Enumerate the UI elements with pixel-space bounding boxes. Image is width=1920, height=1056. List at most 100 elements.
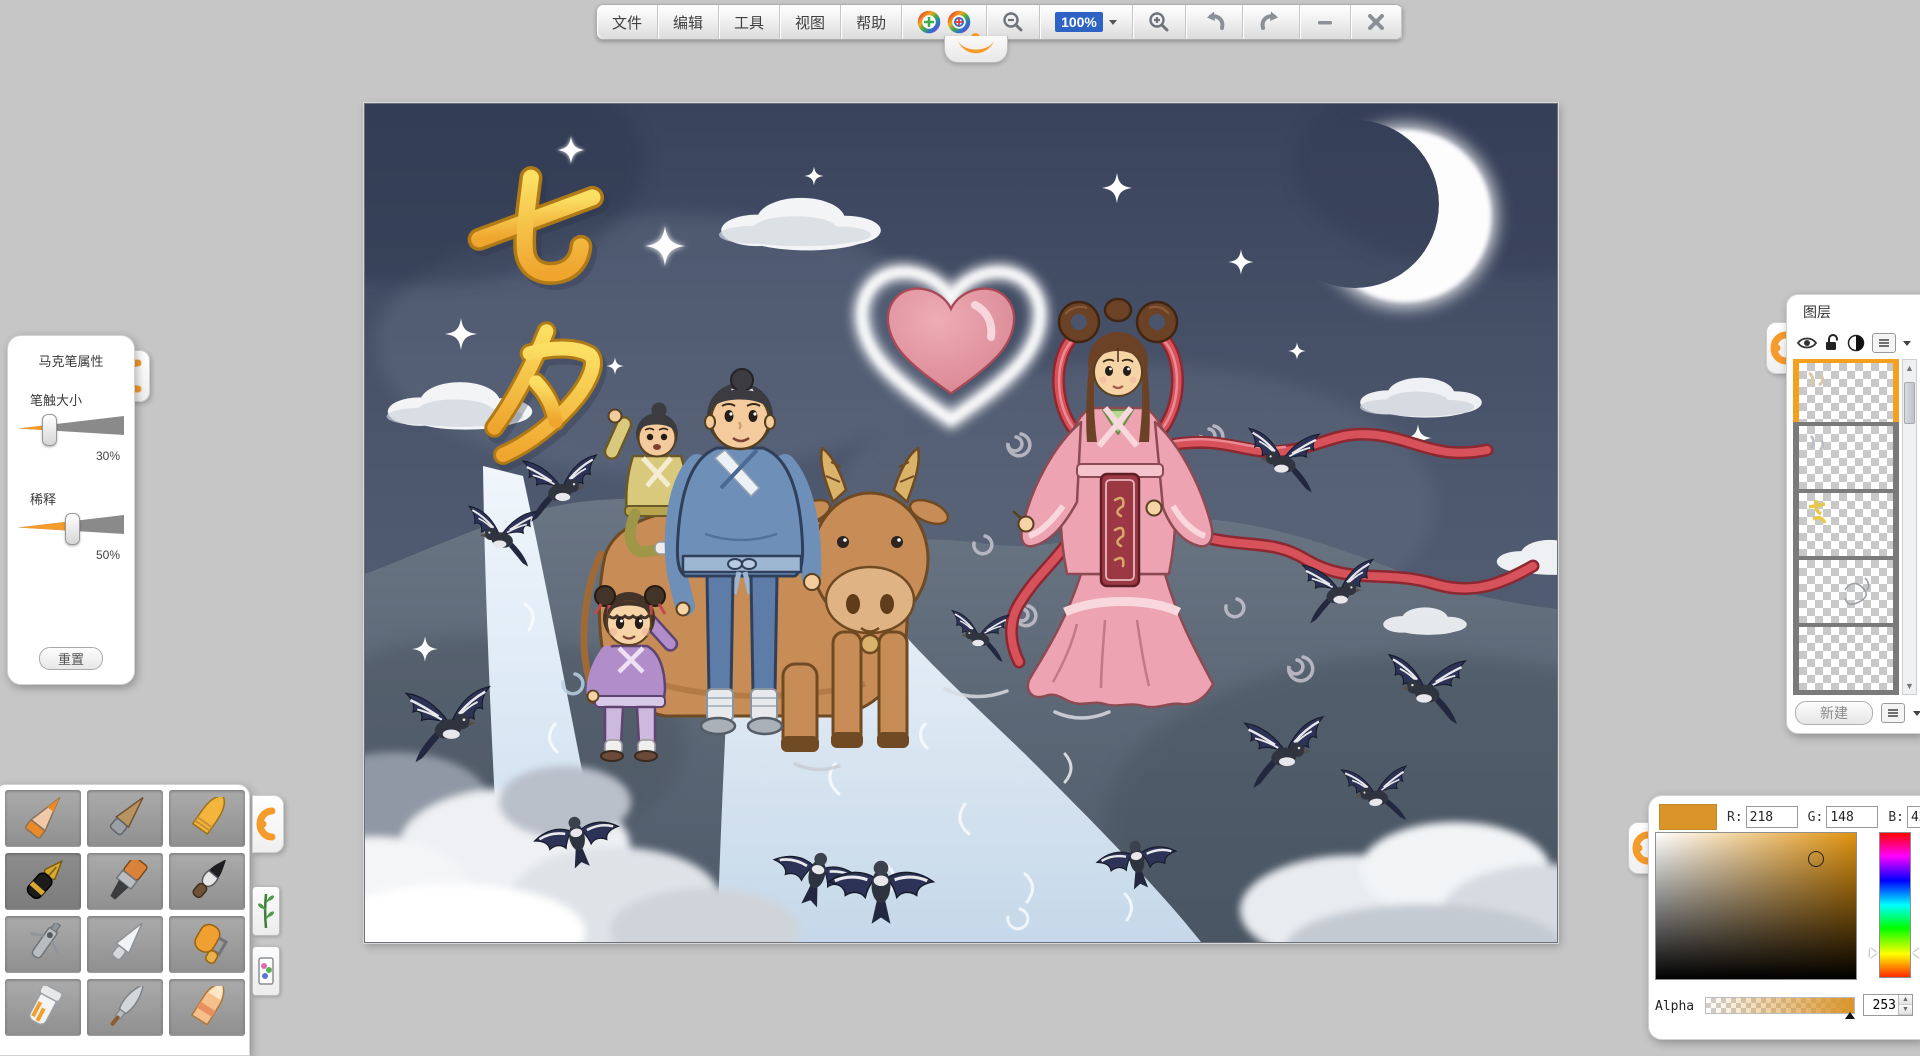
tool-fountain-pen[interactable] xyxy=(5,853,81,910)
brush-size-label: 笔触大小 xyxy=(30,390,134,409)
menu-file[interactable]: 文件 xyxy=(597,5,658,39)
new-layer-label: 新建 xyxy=(1820,703,1848,723)
undo-button[interactable] xyxy=(1186,5,1243,39)
layer-list xyxy=(1793,359,1899,695)
airbrush-icon xyxy=(14,923,72,967)
tool-pastel-pencil[interactable] xyxy=(87,790,163,847)
layers-bottom-bar: 新建 xyxy=(1787,701,1920,725)
tool-flat-brush[interactable] xyxy=(87,853,163,910)
layer-row-1[interactable] xyxy=(1793,359,1899,422)
close-button[interactable] xyxy=(1351,5,1402,39)
minimize-dash-icon xyxy=(1315,12,1335,32)
layers-scrollbar[interactable]: ▲ ▼ xyxy=(1902,359,1917,695)
menu-tools[interactable]: 工具 xyxy=(719,5,780,39)
brush-size-thumb[interactable] xyxy=(42,414,57,446)
alpha-slider[interactable] xyxy=(1705,997,1855,1014)
reset-button[interactable]: 重置 xyxy=(39,647,103,670)
tool-paint-jar[interactable] xyxy=(5,979,81,1036)
ink-brush-icon xyxy=(178,860,236,904)
magnifier-plus-icon xyxy=(1148,11,1170,33)
zoom-caret-down-icon[interactable] xyxy=(1109,20,1117,25)
sv-cursor[interactable] xyxy=(1808,851,1824,867)
minimize-button[interactable] xyxy=(1300,5,1351,39)
crayon-icon xyxy=(178,797,236,841)
pastel-pencil-icon xyxy=(96,797,154,841)
layer-row-3[interactable] xyxy=(1793,493,1899,556)
menu-file-label: 文件 xyxy=(612,12,642,33)
bamboo-stamp-tab[interactable] xyxy=(252,886,280,936)
zoom-level-value[interactable]: 100% xyxy=(1055,12,1103,32)
tool-airbrush[interactable] xyxy=(5,916,81,973)
colored-pencil-icon xyxy=(14,797,72,841)
scroll-thumb[interactable] xyxy=(1904,382,1915,424)
hue-bar[interactable] xyxy=(1879,832,1911,978)
alpha-spinner: ▲ ▼ xyxy=(1898,995,1912,1015)
layer-menu-caret-icon[interactable] xyxy=(1903,341,1911,346)
tool-liner-brush[interactable] xyxy=(87,979,163,1036)
layer-row-4[interactable] xyxy=(1793,560,1899,623)
g-field[interactable] xyxy=(1826,806,1878,828)
menu-view[interactable]: 视图 xyxy=(780,5,841,39)
layer-row-5[interactable] xyxy=(1793,627,1899,690)
brush-size-track[interactable] xyxy=(18,413,124,447)
menu-help[interactable]: 帮助 xyxy=(841,5,902,39)
palette-knife-icon xyxy=(96,923,154,967)
tool-paint-roller[interactable] xyxy=(169,916,245,973)
dilution-slider[interactable] xyxy=(18,512,124,546)
zoom-level-combo[interactable]: 100% xyxy=(1040,5,1133,39)
layers-toolbar xyxy=(1797,332,1920,354)
redo-button[interactable] xyxy=(1243,5,1300,39)
hue-marker-left[interactable] xyxy=(1870,948,1877,958)
clown-mouth-tab[interactable] xyxy=(944,36,1008,63)
marker-properties-panel: 马克笔属性 笔触大小 30% 稀释 xyxy=(7,335,135,685)
menu-edit[interactable]: 编辑 xyxy=(658,5,719,39)
alpha-value-box: ▲ ▼ xyxy=(1863,994,1913,1016)
layers-bottom-caret-icon[interactable] xyxy=(1913,711,1920,716)
g-label: G: xyxy=(1808,810,1824,825)
panel-handle-icon xyxy=(256,802,280,846)
paint-jar-icon xyxy=(14,986,72,1030)
alpha-marker[interactable] xyxy=(1845,1012,1855,1019)
alpha-spin-up[interactable]: ▲ xyxy=(1899,995,1912,1005)
saturation-value-field[interactable] xyxy=(1655,832,1857,980)
paint-app-window: 七夕 xyxy=(0,0,1920,1050)
tool-palette-knife[interactable] xyxy=(87,916,163,973)
layer-unlock-padlock-icon[interactable] xyxy=(1824,334,1840,352)
tool-crayon[interactable] xyxy=(169,790,245,847)
menu-tools-label: 工具 xyxy=(734,12,764,33)
color-picker-panel: R: G: B: Alpha ▲ ▼ xyxy=(1648,795,1920,1040)
dilution-thumb[interactable] xyxy=(65,513,80,545)
tool-colored-pencil[interactable] xyxy=(5,790,81,847)
b-field[interactable] xyxy=(1907,806,1920,828)
r-field[interactable] xyxy=(1746,806,1798,828)
sticker-picture-icon xyxy=(257,952,275,990)
scroll-up-arrow[interactable]: ▲ xyxy=(1903,360,1916,376)
close-x-icon xyxy=(1366,12,1386,32)
alpha-spin-down[interactable]: ▼ xyxy=(1899,1005,1912,1015)
tool-eraser[interactable] xyxy=(169,979,245,1036)
brush-grid xyxy=(5,790,245,1036)
layer-row-2[interactable] xyxy=(1793,426,1899,489)
brush-size-slider[interactable] xyxy=(18,413,124,447)
r-label: R: xyxy=(1727,810,1743,825)
tool-ink-brush[interactable] xyxy=(169,853,245,910)
zoom-in-button[interactable] xyxy=(1133,5,1186,39)
new-layer-button[interactable]: 新建 xyxy=(1795,701,1873,725)
hue-marker-right[interactable] xyxy=(1913,948,1920,958)
sticker-gallery-tab[interactable] xyxy=(252,946,280,996)
zoom-out-button[interactable] xyxy=(987,5,1040,39)
brush-panel-tab[interactable] xyxy=(252,795,284,853)
layers-bottom-menu-button[interactable] xyxy=(1881,703,1905,723)
alpha-field[interactable] xyxy=(1864,998,1898,1013)
layers-panel: 图层 xyxy=(1786,294,1920,734)
flat-brush-icon xyxy=(96,860,154,904)
paint-roller-icon xyxy=(178,923,236,967)
canvas-artwork[interactable] xyxy=(365,104,1557,942)
layer-blend-contrast-icon[interactable] xyxy=(1847,334,1865,352)
scroll-down-arrow[interactable]: ▼ xyxy=(1903,678,1916,694)
marker-panel-title: 马克笔属性 xyxy=(8,351,134,370)
layers-panel-title: 图层 xyxy=(1803,302,1920,322)
menu-edit-label: 编辑 xyxy=(673,12,703,33)
layer-visibility-eye-icon[interactable] xyxy=(1797,336,1817,350)
layer-menu-button[interactable] xyxy=(1872,333,1896,353)
